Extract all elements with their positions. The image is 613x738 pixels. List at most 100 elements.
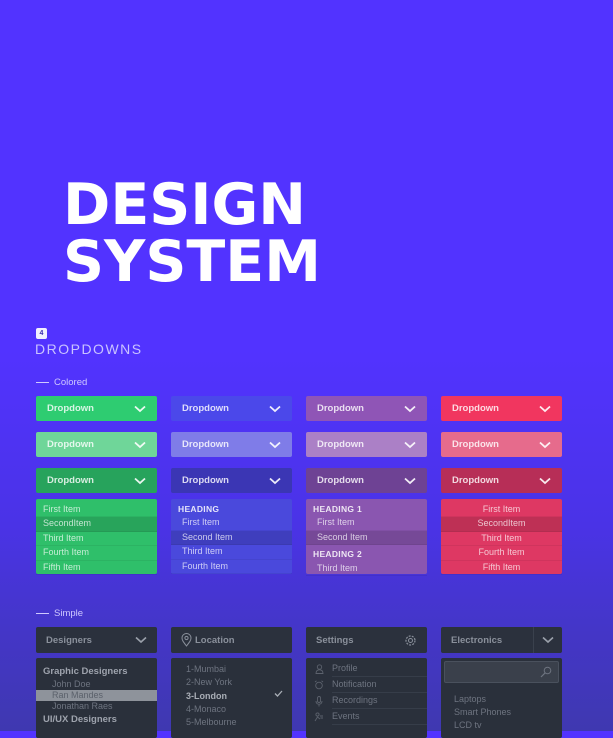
menu-item-events[interactable]: Events: [306, 709, 427, 725]
list-item[interactable]: 5-Melbourne: [171, 716, 292, 729]
dropdown-label: Dropdown: [452, 403, 499, 414]
blue-dropdown-default[interactable]: Dropdown: [171, 396, 292, 421]
microphone-icon: [315, 695, 323, 706]
section-title: DROPDOWNS: [35, 341, 143, 357]
location-panel: 1-Mumbai 2-New York 3-London 4-Monaco 5-…: [171, 658, 292, 738]
person-icon: [315, 664, 323, 674]
list-item[interactable]: John Doe: [36, 679, 157, 690]
purple-dropdown-dark[interactable]: Dropdown: [306, 468, 427, 493]
chevron-down-icon: [135, 636, 147, 644]
item-label: 3-London: [186, 690, 227, 701]
group-heading: Graphic Designers: [43, 666, 128, 677]
chevron-down-icon: [539, 405, 551, 412]
green-dropdown-default[interactable]: Dropdown: [36, 396, 157, 421]
red-dropdown-light[interactable]: Dropdown: [441, 432, 562, 457]
dropdown-label: Dropdown: [182, 439, 229, 450]
item-label: Recordings: [332, 693, 427, 709]
search-input[interactable]: [444, 661, 559, 683]
list-item[interactable]: 4-Monaco: [171, 703, 292, 716]
chevron-down-icon: [269, 441, 281, 448]
electronics-dropdown[interactable]: Electronics: [441, 627, 562, 653]
settings-dropdown[interactable]: Settings: [306, 627, 427, 653]
purple-dropdown-list: HEADING 1 First Item Second Item HEADING 2 T…: [306, 499, 427, 576]
title-line-1: DESIGN: [63, 172, 307, 238]
blue-dropdown-dark[interactable]: Dropdown: [171, 468, 292, 493]
list-item-selected[interactable]: SecondItem: [36, 517, 157, 532]
chevron-down-icon: [269, 405, 281, 412]
dropdown-label: Dropdown: [317, 475, 364, 486]
dash-divider: [36, 382, 49, 383]
red-dropdown-default[interactable]: Dropdown: [441, 396, 562, 421]
list-item[interactable]: Third Item: [36, 532, 157, 547]
chevron-down-icon: [134, 441, 146, 448]
settings-dropdown-label: Settings: [316, 634, 354, 646]
list-item[interactable]: First Item: [36, 503, 157, 518]
menu-item-recordings[interactable]: Recordings: [306, 693, 427, 709]
list-item[interactable]: Smart Phones: [444, 706, 559, 719]
blue-dropdown-light[interactable]: Dropdown: [171, 432, 292, 457]
dropdown-label: Dropdown: [317, 439, 364, 450]
list-item[interactable]: Fourth Item: [36, 546, 157, 561]
list-item[interactable]: Third Item: [306, 562, 427, 576]
search-icon: [540, 666, 552, 678]
list-item[interactable]: Fourth Item: [171, 560, 292, 574]
green-dropdown-dark[interactable]: Dropdown: [36, 468, 157, 493]
chevron-down-icon: [404, 405, 416, 412]
simple-label-text: Simple: [54, 608, 84, 619]
designers-dropdown-label: Designers: [46, 634, 92, 646]
list-item[interactable]: Fifth Item: [441, 561, 562, 575]
item-label: 1-Mumbai: [186, 664, 227, 674]
dropdown-label: Dropdown: [47, 439, 94, 450]
purple-dropdown-light[interactable]: Dropdown: [306, 432, 427, 457]
list-item[interactable]: LCD tv: [444, 719, 559, 732]
item-label: 2-New York: [186, 677, 233, 688]
list-item-selected[interactable]: Second Item: [306, 530, 427, 546]
checkmark-icon: [274, 690, 283, 697]
alarm-icon: [314, 680, 324, 690]
list-item[interactable]: Third Item: [441, 532, 562, 547]
item-label: 4-Monaco: [186, 703, 227, 714]
list-item[interactable]: First Item: [171, 516, 292, 531]
item-label: Notification: [332, 677, 427, 693]
electronics-toggle-button[interactable]: [533, 627, 562, 653]
list-item[interactable]: Third Item: [171, 545, 292, 560]
designers-dropdown[interactable]: Designers: [36, 627, 157, 653]
list-item-selected[interactable]: Second Item: [171, 530, 292, 546]
location-dropdown-label: Location: [195, 634, 235, 646]
list-item[interactable]: Laptops: [444, 693, 559, 706]
chevron-down-icon: [539, 477, 551, 484]
dropdown-label: Dropdown: [452, 475, 499, 486]
list-item[interactable]: First Item: [306, 516, 427, 531]
gear-icon: [405, 634, 416, 646]
list-item-selected[interactable]: Ran Mandes: [36, 690, 157, 701]
list-item-selected[interactable]: 3-London: [171, 690, 292, 703]
list-item[interactable]: First Item: [441, 503, 562, 518]
green-dropdown-light[interactable]: Dropdown: [36, 432, 157, 457]
settings-panel: Profile Notification Recordings Events: [306, 658, 427, 738]
colored-label-text: Colored: [54, 377, 88, 388]
item-label: Events: [332, 709, 427, 725]
chevron-down-icon: [134, 477, 146, 484]
list-item-selected[interactable]: SecondItem: [441, 517, 562, 532]
dash-divider: [36, 613, 49, 614]
list-item[interactable]: Fifth Item: [36, 561, 157, 575]
menu-item-notification[interactable]: Notification: [306, 677, 427, 693]
electronics-dropdown-label: Electronics: [451, 634, 503, 646]
location-dropdown[interactable]: Location: [171, 627, 292, 653]
green-dropdown-list: First Item SecondItem Third Item Fourth Ite…: [36, 499, 157, 575]
dropdown-label: Dropdown: [47, 475, 94, 486]
section-number-badge: 4: [36, 328, 47, 339]
chevron-down-icon: [542, 636, 554, 644]
purple-dropdown-default[interactable]: Dropdown: [306, 396, 427, 421]
page-title: DESIGN SYSTEM: [63, 177, 321, 291]
dropdown-label: Dropdown: [47, 403, 94, 414]
blue-dropdown-list: HEADING First Item Second Item Third Item Fo…: [171, 499, 292, 574]
list-item[interactable]: 1-Mumbai: [171, 663, 292, 676]
chevron-down-icon: [269, 477, 281, 484]
menu-item-profile[interactable]: Profile: [306, 661, 427, 677]
designers-panel: Graphic Designers John Doe Ran Mandes Jo…: [36, 658, 157, 738]
red-dropdown-dark[interactable]: Dropdown: [441, 468, 562, 493]
list-item[interactable]: Fourth Item: [441, 546, 562, 561]
list-item[interactable]: 2-New York: [171, 676, 292, 689]
list-item[interactable]: Jonathan Raes: [36, 701, 157, 712]
